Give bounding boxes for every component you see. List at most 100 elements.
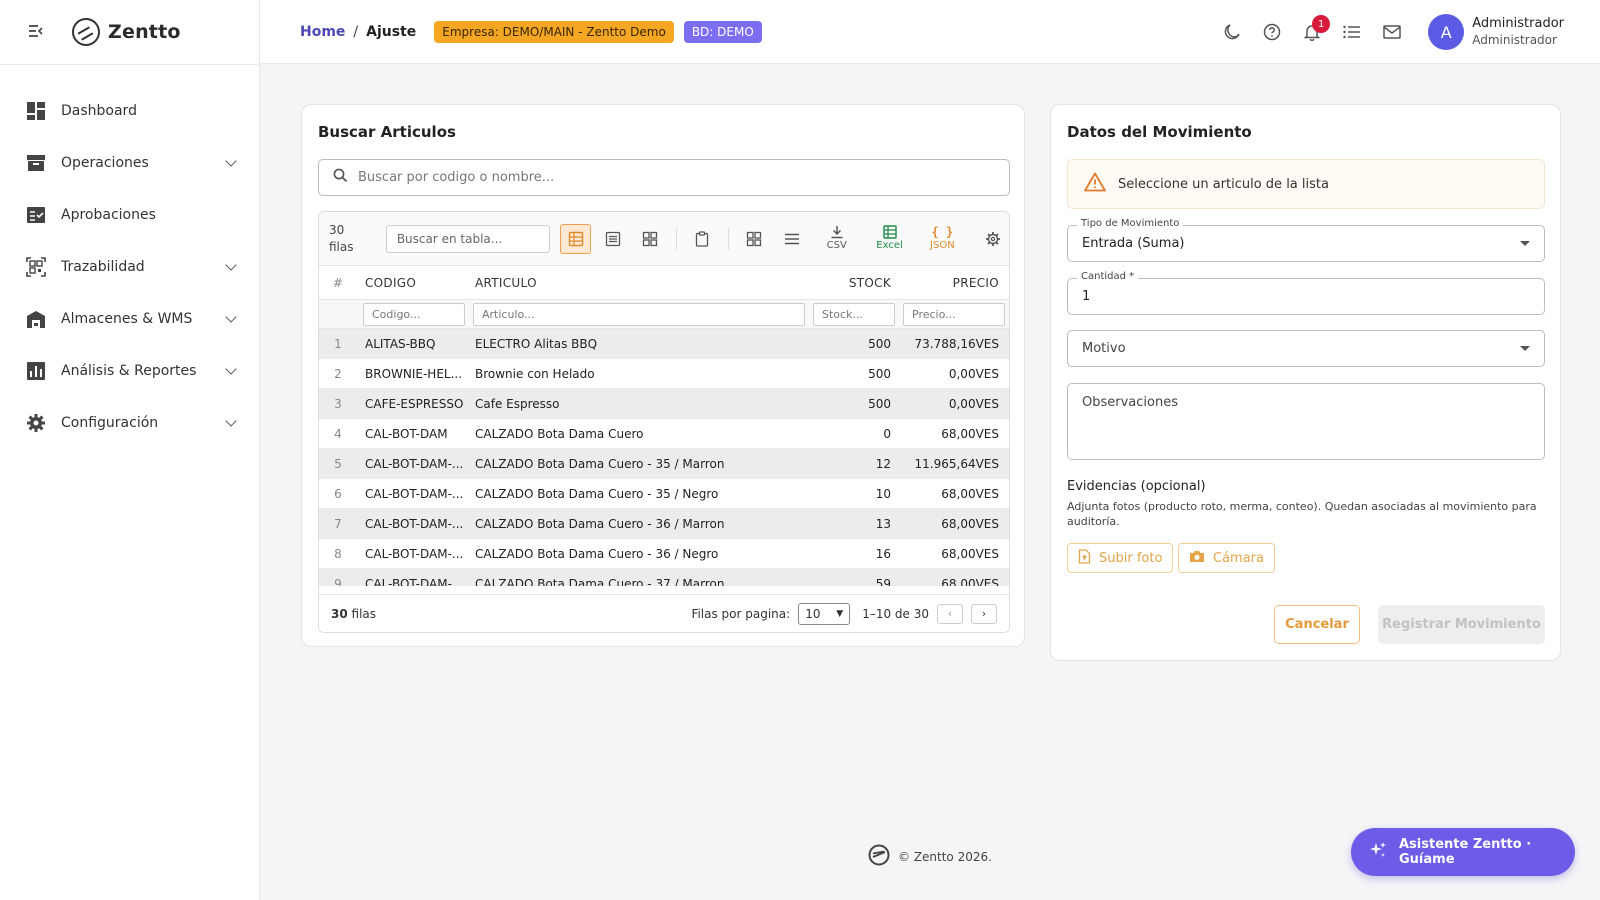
table-row[interactable]: 5 CAL-BOT-DAM-... CALZADO Bota Dama Cuero … — [319, 449, 1009, 479]
cell-stock: 13 — [875, 516, 891, 531]
user-info[interactable]: Administrador Administrador — [1472, 15, 1564, 49]
export-json-button[interactable]: { } JSON — [919, 225, 966, 252]
task-list-icon[interactable] — [1332, 12, 1372, 52]
user-name: Administrador — [1472, 16, 1564, 31]
column-layout-button[interactable] — [739, 224, 770, 254]
camera-button[interactable]: Cámara — [1178, 543, 1275, 573]
spreadsheet-icon — [882, 225, 897, 239]
clipboard-copy-button[interactable] — [687, 224, 718, 254]
column-header-article[interactable]: ARTICULO — [467, 276, 807, 290]
density-button[interactable] — [776, 224, 807, 254]
table-row[interactable]: 1 ALITAS-BBQ ELECTRO Alitas BBQ 500 73.788,1… — [319, 329, 1009, 359]
table-row[interactable]: 6 CAL-BOT-DAM-... CALZADO Bota Dama Cuero … — [319, 479, 1009, 509]
grid-row-count: 30 filas — [329, 222, 376, 256]
table-row[interactable]: 9 CAL-BOT-DAM-... CALZADO Bota Dama Cuero … — [319, 569, 1009, 586]
dark-mode-icon[interactable] — [1212, 12, 1252, 52]
export-csv-button[interactable]: CSV — [813, 225, 860, 252]
article-search-input[interactable]: Buscar por codigo o nombre... — [318, 159, 1010, 196]
bar-chart-icon — [26, 361, 46, 381]
table-search-input[interactable]: Buscar en tabla... — [385, 224, 551, 253]
filter-code-input[interactable]: Codigo... — [363, 302, 465, 326]
next-page-button[interactable]: › — [971, 603, 997, 624]
cell-price: 11.965,64VES — [914, 456, 999, 471]
table-row[interactable]: 3 CAFE-ESPRESSO Cafe Espresso 500 0,00VES — [319, 389, 1009, 419]
column-header-stock[interactable]: STOCK — [807, 276, 897, 290]
company-chip[interactable]: Empresa: DEMO/MAIN - Zentto Demo — [434, 20, 674, 43]
sidebar-item-trazabilidad[interactable]: Trazabilidad — [0, 241, 259, 293]
reason-select[interactable]: Motivo — [1067, 330, 1545, 367]
filter-stock-input[interactable]: Stock... — [813, 302, 895, 326]
register-movement-button[interactable]: Registrar Movimiento — [1378, 605, 1545, 644]
avatar[interactable]: A — [1428, 14, 1465, 50]
movement-type-value: Entrada (Suma) — [1082, 236, 1185, 251]
sidebar-item-label: Trazabilidad — [61, 259, 145, 275]
chevron-down-icon — [225, 155, 237, 167]
rows-per-page-label: Filas por pagina: — [691, 606, 791, 621]
article-search-placeholder: Buscar por codigo o nombre... — [358, 170, 555, 185]
evidence-description: Adjunta fotos (producto roto, merma, con… — [1067, 500, 1537, 528]
brand[interactable]: Zentto — [72, 18, 181, 46]
grid-header-row: # CODIGO ARTICULO STOCK PRECIO — [319, 266, 1009, 300]
cell-num: 4 — [334, 426, 342, 441]
brand-name: Zentto — [108, 21, 181, 43]
topbar: Home / Ajuste Empresa: DEMO/MAIN - Zentt… — [260, 0, 1600, 64]
cell-num: 5 — [334, 456, 342, 471]
cell-num: 7 — [334, 516, 342, 531]
notifications-icon[interactable]: 1 — [1292, 12, 1332, 52]
sidebar-item-dashboard[interactable]: Dashboard — [0, 85, 259, 137]
cancel-button[interactable]: Cancelar — [1274, 605, 1360, 644]
upload-photo-button[interactable]: Subir foto — [1067, 543, 1174, 573]
warning-icon — [1084, 172, 1106, 196]
table-row[interactable]: 2 BROWNIE-HEL... Brownie con Helado 500 0,00… — [319, 359, 1009, 389]
grid-view-list-button[interactable] — [597, 224, 628, 254]
breadcrumb-home-link[interactable]: Home — [300, 24, 345, 40]
mail-icon[interactable] — [1372, 12, 1412, 52]
rows-per-page-value: 10 — [805, 606, 821, 621]
quantity-value: 1 — [1082, 289, 1091, 304]
page-footer: © Zentto 2026. — [868, 844, 992, 869]
cell-article: CALZADO Bota Dama Cuero - 35 / Negro — [475, 486, 719, 501]
chevron-down-icon — [225, 415, 237, 427]
cell-price: 0,00VES — [948, 366, 999, 381]
rows-per-page-select[interactable]: 10 ▼ — [798, 602, 851, 625]
filter-price-input[interactable]: Precio... — [903, 302, 1005, 326]
camera-icon — [1189, 550, 1205, 567]
cell-price: 73.788,16VES — [914, 336, 999, 351]
reason-placeholder: Motivo — [1082, 341, 1126, 356]
notes-textarea[interactable]: Observaciones — [1067, 383, 1545, 460]
cell-stock: 12 — [875, 456, 891, 471]
export-csv-label: CSV — [826, 240, 847, 251]
sidebar-item-configuracion[interactable]: Configuración — [0, 397, 259, 449]
database-chip[interactable]: BD: DEMO — [683, 20, 762, 43]
sidebar-item-almacenes[interactable]: Almacenes & WMS — [0, 293, 259, 345]
grid-view-cards-button[interactable] — [635, 224, 666, 254]
cell-stock: 59 — [875, 576, 891, 587]
movement-type-label: Tipo de Movimiento — [1077, 218, 1184, 229]
table-row[interactable]: 8 CAL-BOT-DAM-... CALZADO Bota Dama Cuero … — [319, 539, 1009, 569]
assistant-button[interactable]: Asistente Zentto · Guíame — [1351, 828, 1575, 876]
movement-type-select[interactable]: Tipo de Movimiento Entrada (Suma) — [1067, 218, 1545, 262]
cell-code: CAL-BOT-DAM-... — [365, 516, 464, 531]
footer-row-count: 30 filas — [331, 607, 376, 621]
column-header-price[interactable]: PRECIO — [897, 276, 1007, 290]
menu-collapse-icon[interactable] — [28, 23, 50, 42]
grid-view-table-button[interactable] — [560, 223, 592, 254]
sidebar-item-aprobaciones[interactable]: Aprobaciones — [0, 189, 259, 241]
sidebar-item-operaciones[interactable]: Operaciones — [0, 137, 259, 189]
cell-num: 9 — [334, 576, 342, 587]
export-excel-button[interactable]: Excel — [866, 225, 913, 252]
column-header-num[interactable]: # — [319, 276, 357, 290]
quantity-input[interactable]: Cantidad * 1 — [1067, 271, 1545, 315]
column-header-code[interactable]: CODIGO — [357, 276, 467, 290]
grid-settings-button[interactable] — [978, 224, 1009, 254]
prev-page-button[interactable]: ‹ — [937, 603, 963, 624]
download-icon — [831, 226, 843, 239]
sidebar-item-analisis[interactable]: Análisis & Reportes — [0, 345, 259, 397]
filter-article-input[interactable]: Articulo... — [473, 302, 805, 326]
cell-article: CALZADO Bota Dama Cuero - 37 / Marron — [475, 576, 725, 587]
table-row[interactable]: 4 CAL-BOT-DAM CALZADO Bota Dama Cuero 0 68,0… — [319, 419, 1009, 449]
articles-grid: 30 filas Buscar en tabla... CSV Excel { … — [318, 211, 1010, 633]
table-row[interactable]: 7 CAL-BOT-DAM-... CALZADO Bota Dama Cuero … — [319, 509, 1009, 539]
help-icon[interactable] — [1252, 12, 1292, 52]
grid-footer: 30 filas Filas por pagina: 10 ▼ 1–10 de 3… — [319, 594, 1009, 632]
